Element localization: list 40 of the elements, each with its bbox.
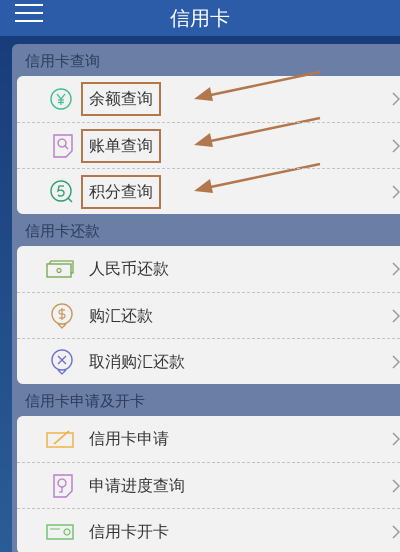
- chevron-icon: [392, 184, 400, 198]
- menu-item[interactable]: 购汇还款: [17, 292, 400, 338]
- section-title: 信用卡查询: [25, 50, 100, 72]
- menu-item-label: 申请进度查询: [88, 474, 186, 496]
- section-title: 信用卡还款: [25, 220, 100, 242]
- section-title: 信用卡申请及开卡: [25, 390, 145, 412]
- chevron-icon: [392, 478, 400, 492]
- pencil-card-icon: [45, 429, 75, 449]
- menu-item-label: 账单查询: [81, 128, 161, 162]
- document-icon: [51, 132, 75, 158]
- menu-item-label: 积分查询: [81, 174, 161, 208]
- menu-item-label: 人民币还款: [88, 258, 170, 280]
- menu-item-label: 余额查询: [81, 82, 161, 116]
- chevron-icon: [392, 262, 400, 276]
- menu-item-label: 购汇还款: [88, 304, 154, 326]
- menu-item[interactable]: 信用卡申请: [17, 416, 400, 462]
- menu-item[interactable]: 取消购汇还款: [17, 338, 400, 384]
- menu-item-label: 取消购汇还款: [88, 350, 186, 372]
- menu-icon[interactable]: [15, 3, 43, 23]
- document-icon: [51, 472, 75, 498]
- bank-card-icon: [45, 522, 75, 542]
- menu-item[interactable]: 账单查询: [17, 122, 400, 168]
- chevron-icon: [392, 308, 400, 322]
- badge-icon: [49, 178, 75, 204]
- menu-item-label: 信用卡开卡: [88, 520, 170, 542]
- chevron-icon: [392, 92, 400, 106]
- menu-item[interactable]: 积分查询: [17, 168, 400, 214]
- cancel-icon: [49, 348, 75, 376]
- menu-item[interactable]: 人民币还款: [17, 246, 400, 292]
- menu-item[interactable]: 余额查询: [17, 76, 400, 122]
- chevron-icon: [392, 524, 400, 538]
- menu-item-label: 信用卡申请: [88, 428, 170, 450]
- chevron-icon: [392, 432, 400, 446]
- menu-item[interactable]: 信用卡开卡: [17, 508, 400, 552]
- chevron-icon: [392, 138, 400, 152]
- banknote-icon: [45, 259, 75, 279]
- menu-item[interactable]: 申请进度查询: [17, 462, 400, 508]
- screen-title: 信用卡: [170, 6, 230, 30]
- chevron-icon: [392, 354, 400, 368]
- dollar-icon: [49, 302, 75, 330]
